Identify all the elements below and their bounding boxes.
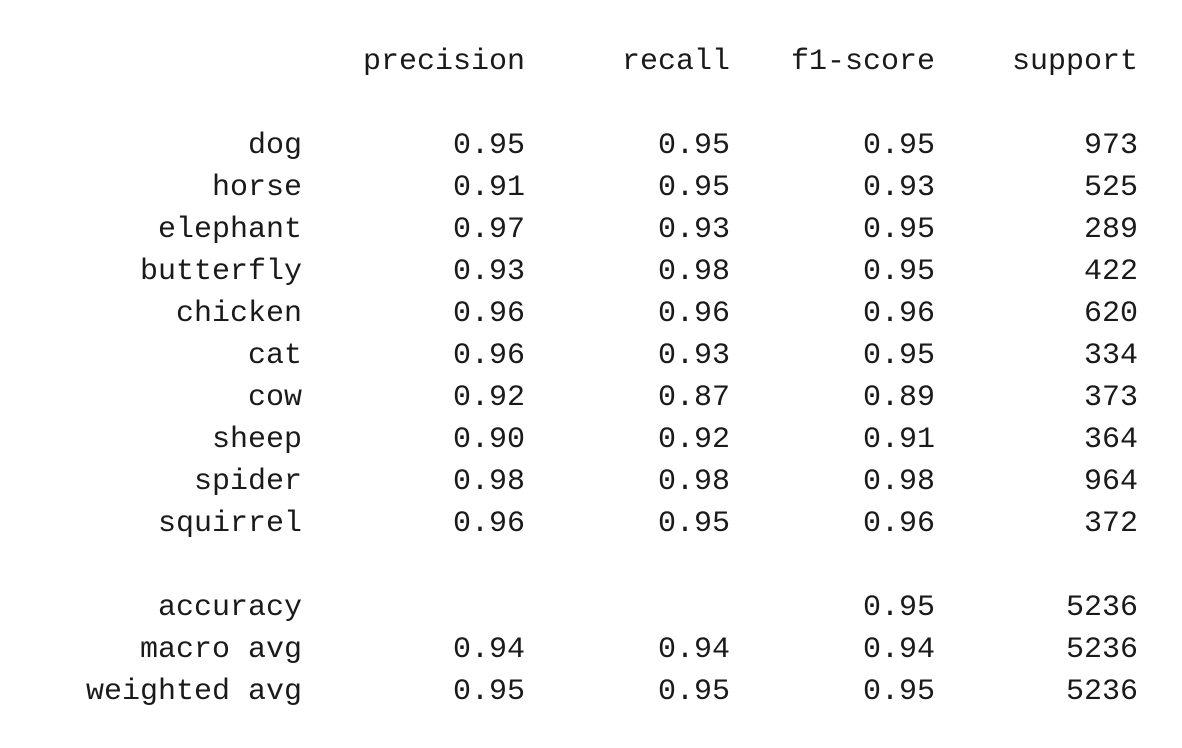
row-f1-score: 0.89 <box>862 381 935 415</box>
row-label: weighted avg <box>85 675 302 709</box>
row-support: 964 <box>1083 465 1138 499</box>
row-recall: 0.93 <box>657 339 730 373</box>
row-f1-score: 0.96 <box>862 297 935 331</box>
row-f1-score: 0.91 <box>862 423 935 457</box>
row-label: accuracy <box>157 591 302 625</box>
row-precision: 0.90 <box>452 423 525 457</box>
row-label: spider <box>193 465 302 499</box>
row-precision: 0.97 <box>452 213 525 247</box>
row-f1-score: 0.95 <box>862 339 935 373</box>
table-row: sheep 0.90 0.92 0.91 364 <box>0 419 1182 461</box>
summary-row-weighted-avg: weighted avg 0.95 0.95 0.95 5236 <box>0 671 1182 713</box>
row-f1-score: 0.93 <box>862 171 935 205</box>
row-support: 334 <box>1083 339 1138 373</box>
row-f1-score: 0.95 <box>862 129 935 163</box>
header-precision: precision <box>362 45 525 79</box>
row-f1-score: 0.95 <box>862 591 935 625</box>
row-precision: 0.95 <box>452 675 525 709</box>
row-precision: 0.91 <box>452 171 525 205</box>
row-label: dog <box>247 129 302 163</box>
row-recall: 0.87 <box>657 381 730 415</box>
row-support: 5236 <box>1065 591 1138 625</box>
row-support: 364 <box>1083 423 1138 457</box>
row-label: butterfly <box>139 255 302 289</box>
row-recall: 0.98 <box>657 255 730 289</box>
row-recall: 0.98 <box>657 465 730 499</box>
row-label: cow <box>247 381 302 415</box>
row-f1-score: 0.94 <box>862 633 935 667</box>
row-f1-score: 0.95 <box>862 255 935 289</box>
header-support: support <box>1011 45 1138 79</box>
row-support: 5236 <box>1065 633 1138 667</box>
row-recall: 0.95 <box>657 129 730 163</box>
summary-row-accuracy: accuracy 0.95 5236 <box>0 587 1182 629</box>
row-precision: 0.93 <box>452 255 525 289</box>
row-support: 289 <box>1083 213 1138 247</box>
row-precision: 0.96 <box>452 507 525 541</box>
row-f1-score: 0.98 <box>862 465 935 499</box>
row-label: macro avg <box>139 633 302 667</box>
row-precision: 0.98 <box>452 465 525 499</box>
row-f1-score: 0.95 <box>862 675 935 709</box>
table-row: cat 0.96 0.93 0.95 334 <box>0 335 1182 377</box>
row-recall: 0.96 <box>657 297 730 331</box>
row-label: sheep <box>211 423 302 457</box>
row-label: elephant <box>157 213 302 247</box>
row-recall: 0.95 <box>657 675 730 709</box>
row-precision: 0.95 <box>452 129 525 163</box>
row-f1-score: 0.96 <box>862 507 935 541</box>
row-recall: 0.94 <box>657 633 730 667</box>
row-recall: 0.93 <box>657 213 730 247</box>
table-row: elephant 0.97 0.93 0.95 289 <box>0 209 1182 251</box>
row-recall: 0.92 <box>657 423 730 457</box>
table-row: squirrel 0.96 0.95 0.96 372 <box>0 503 1182 545</box>
row-support: 525 <box>1083 171 1138 205</box>
row-f1-score: 0.95 <box>862 213 935 247</box>
header-row: precision recall f1-score support <box>0 41 1182 83</box>
row-support: 620 <box>1083 297 1138 331</box>
row-support: 422 <box>1083 255 1138 289</box>
row-label: chicken <box>175 297 302 331</box>
row-precision: 0.96 <box>452 297 525 331</box>
row-precision: 0.96 <box>452 339 525 373</box>
table-row: cow 0.92 0.87 0.89 373 <box>0 377 1182 419</box>
table-row: dog 0.95 0.95 0.95 973 <box>0 125 1182 167</box>
table-row: chicken 0.96 0.96 0.96 620 <box>0 293 1182 335</box>
row-precision: 0.92 <box>452 381 525 415</box>
summary-row-macro-avg: macro avg 0.94 0.94 0.94 5236 <box>0 629 1182 671</box>
row-label: squirrel <box>157 507 302 541</box>
table-row: horse 0.91 0.95 0.93 525 <box>0 167 1182 209</box>
row-recall: 0.95 <box>657 171 730 205</box>
row-support: 373 <box>1083 381 1138 415</box>
row-label: cat <box>247 339 302 373</box>
row-precision: 0.94 <box>452 633 525 667</box>
header-recall: recall <box>621 45 730 79</box>
header-f1-score: f1-score <box>790 45 935 79</box>
row-support: 372 <box>1083 507 1138 541</box>
row-label: horse <box>211 171 302 205</box>
table-row: butterfly 0.93 0.98 0.95 422 <box>0 251 1182 293</box>
table-row: spider 0.98 0.98 0.98 964 <box>0 461 1182 503</box>
classification-report: precision recall f1-score support dog 0.… <box>0 0 1182 748</box>
row-recall: 0.95 <box>657 507 730 541</box>
row-support: 973 <box>1083 129 1138 163</box>
row-support: 5236 <box>1065 675 1138 709</box>
